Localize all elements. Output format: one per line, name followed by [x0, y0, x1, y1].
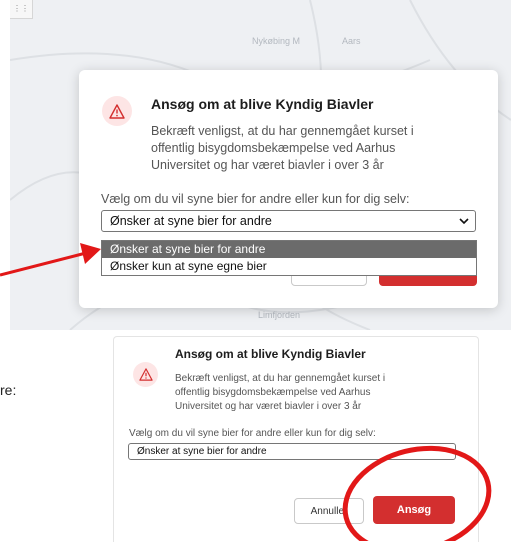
dialog-body-line: offentlig bisygdomsbekæmpelse ved Aarhus	[151, 141, 396, 155]
dialog-title: Ansøg om at blive Kyndig Biavler	[151, 96, 374, 112]
option-syne-for-andre[interactable]: Ønsker at syne bier for andre	[102, 241, 476, 258]
select-value: Ønsker at syne bier for andre	[137, 446, 267, 457]
dialog-body-line: Bekræft venligst, at du har gennemgået k…	[151, 124, 414, 138]
syn-type-options: Ønsker at syne bier for andre Ønsker kun…	[101, 240, 477, 276]
submit-button[interactable]: Ansøg	[373, 496, 455, 524]
apply-dialog-bottom: Ansøg om at blive Kyndig Biavler Bekræft…	[113, 336, 479, 542]
dialog-body-line: Bekræft venligst, at du har gennemgået k…	[175, 373, 386, 384]
dialog-body-line: offentlig bisygdomsbekæmpelse ved Aarhus	[175, 387, 371, 398]
dialog-body: Bekræft venligst, at du har gennemgået k…	[175, 372, 385, 414]
map-label-aars: Aars	[342, 36, 361, 46]
warning-triangle-icon	[133, 362, 158, 387]
dialog-title: Ansøg om at blive Kyndig Biavler	[175, 347, 366, 361]
select-prompt: Vælg om du vil syne bier for andre eller…	[129, 428, 376, 439]
select-prompt: Vælg om du vil syne bier for andre eller…	[101, 192, 410, 206]
side-text: re:	[0, 382, 17, 398]
dialog-body-line: Universitet og har været biavler i over …	[151, 158, 384, 172]
map-label-limfjorden: Limfjorden	[258, 310, 301, 320]
syn-type-select[interactable]: Ønsker at syne bier for andre	[128, 443, 456, 460]
chevron-down-icon	[459, 214, 469, 228]
dialog-body-line: Universitet og har været biavler i over …	[175, 401, 362, 412]
cancel-button[interactable]: Annuller	[294, 498, 364, 524]
dialog-body: Bekræft venligst, at du har gennemgået k…	[151, 123, 414, 174]
warning-triangle-icon	[102, 96, 132, 126]
option-kun-egne-bier[interactable]: Ønsker kun at syne egne bier	[102, 258, 476, 275]
syn-type-select[interactable]: Ønsker at syne bier for andre	[101, 210, 476, 232]
map-corner-control[interactable]: ⋮⋮	[10, 0, 33, 19]
select-value: Ønsker at syne bier for andre	[110, 214, 272, 228]
map-label-nykobing: Nykøbing M	[252, 36, 301, 46]
